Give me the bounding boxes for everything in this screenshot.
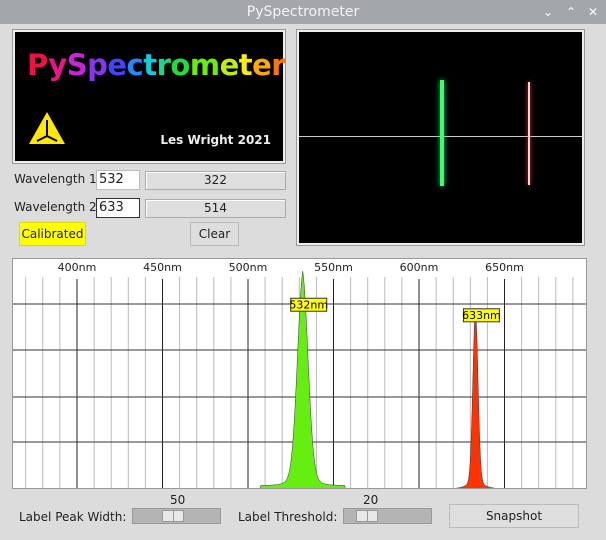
threshold-slider[interactable]	[343, 508, 432, 524]
wavelength1-pixel: 322	[145, 171, 286, 190]
close-icon[interactable]: ✕	[583, 0, 603, 24]
tick-label: 650nm	[485, 261, 524, 274]
calibrated-button[interactable]: Calibrated	[19, 222, 86, 246]
threshold-value: 20	[363, 493, 379, 507]
tick-label: 400nm	[58, 261, 97, 274]
snapshot-button[interactable]: Snapshot	[449, 504, 579, 528]
minimize-chevron-down-icon[interactable]: ⌄	[538, 0, 558, 24]
slider-thumb[interactable]	[162, 510, 184, 522]
logo-author: Les Wright 2021	[160, 133, 271, 147]
wavelength1-input[interactable]: 532	[96, 170, 140, 190]
clear-button[interactable]: Clear	[190, 222, 239, 246]
window-title: PySpectrometer	[246, 4, 360, 20]
threshold-label: Label Threshold:	[238, 510, 338, 524]
slider-thumb[interactable]	[356, 510, 378, 522]
wavelength1-label: Wavelength 1:	[14, 172, 101, 186]
wavelength2-label: Wavelength 2:	[14, 200, 101, 214]
peak-width-value: 50	[170, 493, 186, 507]
logo-triangle-icon	[29, 112, 65, 144]
title-bar: PySpectrometer ⌄ ⌃ ✕	[0, 0, 606, 24]
wavelength2-pixel: 514	[145, 199, 286, 218]
maximize-chevron-up-icon[interactable]: ⌃	[561, 0, 581, 24]
tick-label: 550nm	[314, 261, 353, 274]
camera-preview	[296, 29, 585, 246]
tick-label: 500nm	[229, 261, 268, 274]
peak-label: 633nm	[462, 309, 501, 322]
red-line-image	[528, 82, 530, 185]
tick-label: 600nm	[400, 261, 439, 274]
logo-panel: PySpectrometer Les Wright 2021	[12, 29, 286, 164]
spectrum-graph: 400nm 450nm 500nm 550nm 600nm 650nm 532nm 633nm	[12, 258, 587, 489]
peak-width-label: Label Peak Width:	[19, 510, 127, 524]
peak-width-slider[interactable]	[132, 508, 221, 524]
peak-label: 532nm	[289, 298, 328, 311]
logo-title: PySpectrometer	[27, 48, 286, 82]
tick-label: 450nm	[143, 261, 182, 274]
wavelength2-input[interactable]: 633	[96, 198, 140, 218]
green-line-image	[440, 80, 444, 186]
